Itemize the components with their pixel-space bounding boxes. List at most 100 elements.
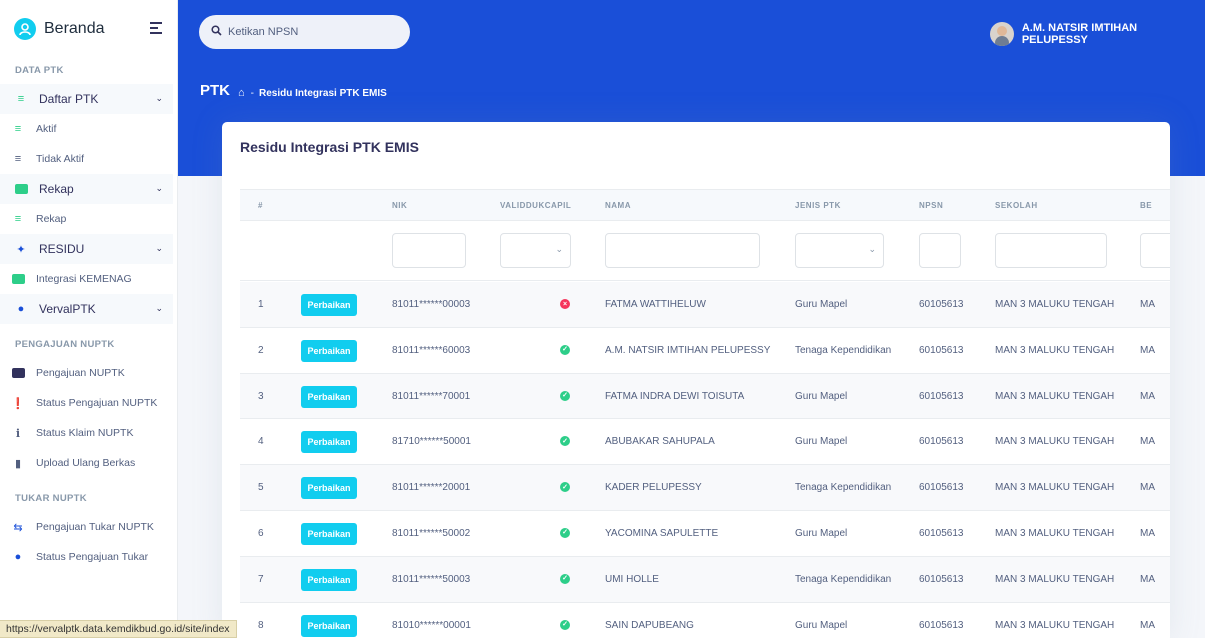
cell-no: 6 — [258, 527, 264, 539]
cell-npsn: 60105613 — [919, 573, 964, 585]
cell-npsn: 60105613 — [919, 436, 964, 448]
cell-be: MA — [1140, 299, 1155, 310]
sidebar-item-pengajuan-tukar-nuptk[interactable]: ⇆ Pengajuan Tukar NUPTK — [0, 512, 177, 542]
perbaikan-button[interactable]: Perbaikan — [301, 294, 357, 316]
nama-filter-input[interactable] — [605, 233, 760, 268]
sidebar-item-status-pengajuan-nuptk[interactable]: ❗ Status Pengajuan NUPTK — [0, 388, 177, 418]
column-header-npsn: NPSN — [919, 201, 944, 210]
sidebar-item-tidak-aktif[interactable]: ≡ Tidak Aktif — [0, 144, 177, 174]
cell-nik: 81011******00003 — [392, 299, 471, 310]
user-icon: ● — [17, 303, 25, 315]
perbaikan-button[interactable]: Perbaikan — [301, 614, 357, 637]
perbaikan-button[interactable]: Perbaikan — [301, 339, 357, 362]
sidebar-item-pengajuan-nuptk[interactable]: Pengajuan NUPTK — [0, 358, 177, 388]
check-circle-icon: ✓ — [560, 527, 570, 538]
column-header-nik: NIK — [392, 201, 408, 210]
cell-nama: ABUBAKAR SAHUPALA — [605, 436, 715, 448]
x-circle-icon: × — [560, 299, 570, 309]
id-card-icon — [11, 368, 25, 378]
npsn-filter-input[interactable] — [919, 233, 961, 268]
search-placeholder: Ketikan NPSN — [228, 26, 299, 38]
sidebar-toggle-icon[interactable] — [150, 22, 162, 37]
nav-group-vervalptk[interactable]: ● VervalPTK ⌄ — [0, 294, 173, 324]
cell-jenis-ptk: Guru Mapel — [795, 436, 848, 448]
list-icon: ≡ — [14, 123, 22, 135]
column-header-no: # — [258, 201, 263, 210]
nik-filter-input[interactable] — [392, 233, 466, 268]
perbaikan-button[interactable]: Perbaikan — [301, 568, 357, 591]
cell-nama: YACOMINA SAPULETTE — [605, 527, 719, 539]
cell-no: 1 — [258, 299, 264, 310]
nav-group-daftar-ptk[interactable]: ≡ Daftar PTK ⌄ — [0, 84, 173, 114]
sidebar-item-integrasi-kemenag[interactable]: Integrasi KEMENAG — [0, 264, 177, 294]
search-input[interactable]: Ketikan NPSN — [199, 15, 410, 49]
table-body: 1 Perbaikan 81011******00003 × FATMA WAT… — [240, 282, 1170, 638]
sidebar-item-aktif[interactable]: ≡ Aktif — [0, 114, 177, 144]
sidebar-item-label: Integrasi KEMENAG — [36, 273, 132, 285]
cell-be: MA — [1140, 527, 1155, 539]
section-heading-pengajuan-nuptk: PENGAJUAN NUPTK — [15, 339, 115, 350]
nav-group-residu[interactable]: ✦ RESIDU ⌄ — [0, 234, 173, 264]
cell-nik: 81011******50003 — [392, 573, 471, 585]
cell-no: 4 — [258, 436, 264, 448]
cell-jenis-ptk: Tenaga Kependidikan — [795, 344, 892, 356]
chevron-down-icon: ⌄ — [155, 93, 163, 103]
cell-nik: 81011******60003 — [392, 344, 471, 356]
info-circle-icon: ● — [14, 551, 22, 563]
cell-jenis-ptk: Tenaga Kependidikan — [795, 482, 892, 494]
chevron-down-icon: ⌄ — [155, 243, 163, 253]
cell-no: 7 — [258, 573, 264, 585]
nav-group-rekap[interactable]: Rekap ⌄ — [0, 174, 173, 204]
cell-sekolah: MAN 3 MALUKU TENGAH — [995, 527, 1115, 539]
table-row: 7 Perbaikan 81011******50003 ✓ UMI HOLLE… — [240, 556, 1170, 603]
table-row: 5 Perbaikan 81011******20001 ✓ KADER PEL… — [240, 465, 1170, 511]
sidebar-item-upload-ulang-berkas[interactable]: ▮ Upload Ulang Berkas — [0, 448, 177, 478]
home-icon[interactable]: ⌂ — [238, 87, 245, 99]
sidebar-item-label: Pengajuan NUPTK — [36, 367, 125, 379]
table-row: 1 Perbaikan 81011******00003 × FATMA WAT… — [240, 282, 1170, 328]
table-row: 4 Perbaikan 81710******50001 ✓ ABUBAKAR … — [240, 419, 1170, 466]
cell-sekolah: MAN 3 MALUKU TENGAH — [995, 390, 1115, 402]
cell-be: MA — [1140, 390, 1155, 402]
sidebar-item-label: Tidak Aktif — [36, 153, 85, 165]
perbaikan-button[interactable]: Perbaikan — [301, 431, 357, 454]
perbaikan-button[interactable]: Perbaikan — [301, 385, 357, 408]
section-heading-data-ptk: DATA PTK — [15, 65, 64, 76]
page-title: PTK — [200, 82, 230, 99]
sidebar-item-status-klaim-nuptk[interactable]: i Status Klaim NUPTK — [0, 418, 177, 448]
user-name: A.M. NATSIR IMTIHAN PELUPESSY — [1021, 22, 1138, 46]
sekolah-filter-input[interactable] — [995, 233, 1107, 268]
nav-group-label: RESIDU — [39, 242, 85, 256]
residu-card: Residu Integrasi PTK EMIS # NIK VALIDDUK… — [222, 122, 1170, 638]
sidebar-item-label: Pengajuan Tukar NUPTK — [36, 521, 154, 533]
list-icon: ≡ — [17, 93, 25, 105]
validdukcapil-filter-select[interactable]: ⌄ — [500, 233, 571, 268]
chevron-down-icon: ⌄ — [868, 244, 876, 254]
sidebar-item-label: Aktif — [36, 123, 57, 135]
card-title: Residu Integrasi PTK EMIS — [240, 139, 419, 155]
cell-sekolah: MAN 3 MALUKU TENGAH — [995, 619, 1115, 631]
nav-group-label: VervalPTK — [39, 302, 96, 316]
cell-nama: SAIN DAPUBEANG — [605, 619, 694, 631]
id-card-icon — [11, 274, 25, 284]
jenis-ptk-filter-select[interactable]: ⌄ — [795, 233, 884, 268]
perbaikan-button[interactable]: Perbaikan — [301, 522, 357, 545]
cell-nama: KADER PELUPESSY — [605, 482, 702, 494]
perbaikan-button[interactable]: Perbaikan — [301, 477, 357, 500]
be-filter-input[interactable] — [1140, 233, 1170, 268]
cell-be: MA — [1140, 573, 1155, 585]
cell-jenis-ptk: Guru Mapel — [795, 619, 848, 631]
breadcrumb-separator: - — [250, 87, 254, 99]
cell-npsn: 60105613 — [919, 527, 964, 539]
cell-nik: 81010******00001 — [392, 619, 471, 631]
list-icon: ≡ — [14, 153, 22, 165]
info-circle-icon: ❗ — [11, 397, 25, 410]
sidebar-item-label: Status Pengajuan NUPTK — [36, 397, 158, 409]
user-menu[interactable]: A.M. NATSIR IMTIHAN PELUPESSY — [990, 22, 1205, 46]
cell-nama: FATMA WATTIHELUW — [605, 299, 706, 310]
sidebar-item-status-pengajuan-tukar[interactable]: ● Status Pengajuan Tukar — [0, 542, 177, 572]
sidebar-item-rekap[interactable]: ≡ Rekap — [0, 204, 177, 234]
check-circle-icon: ✓ — [560, 436, 570, 447]
check-circle-icon: ✓ — [560, 573, 570, 584]
table-row: 2 Perbaikan 81011******60003 ✓ A.M. NATS… — [240, 328, 1170, 374]
